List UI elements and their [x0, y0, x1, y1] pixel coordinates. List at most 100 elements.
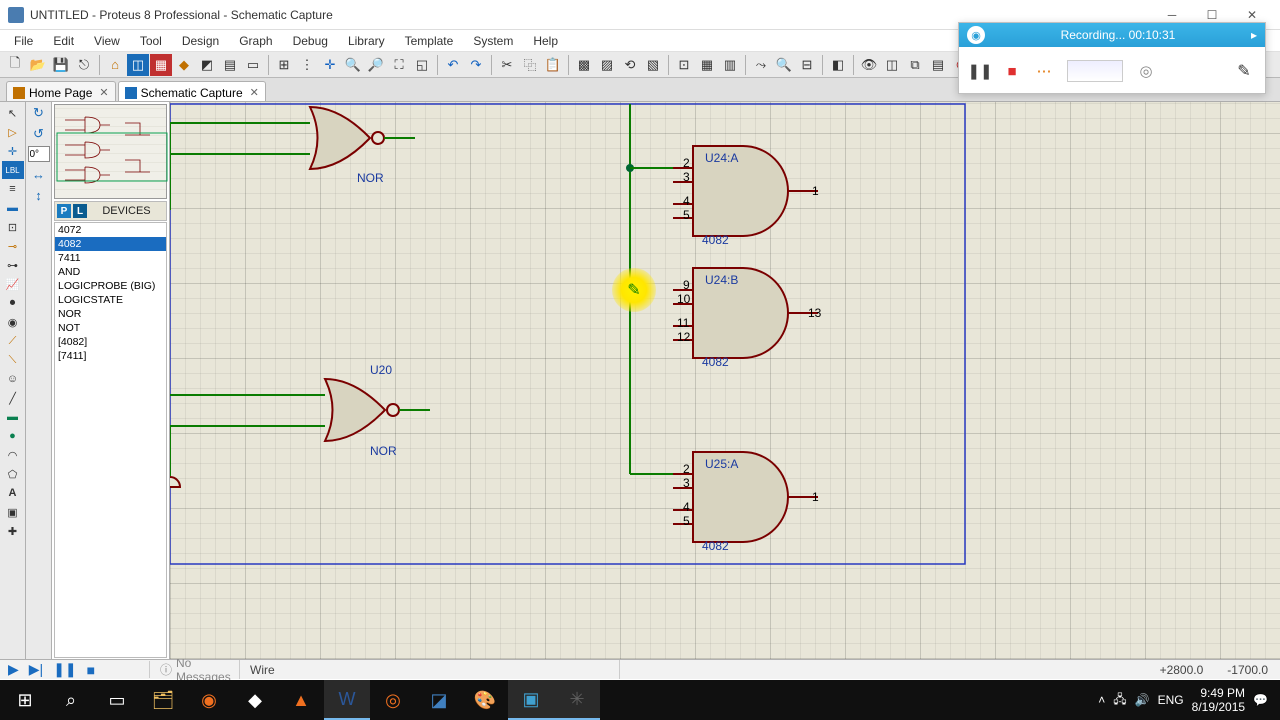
tray-network-icon[interactable]: 🖧 — [1113, 690, 1126, 711]
flip-v-icon[interactable]: ↕ — [29, 186, 49, 204]
list-item[interactable]: 4072 — [55, 223, 166, 237]
component-icon[interactable]: ▷ — [2, 123, 24, 141]
rotation-input[interactable] — [28, 146, 50, 162]
save-icon[interactable]: 💾 — [50, 54, 72, 76]
tab-close-icon[interactable]: ✕ — [250, 86, 259, 99]
pick-icon[interactable]: ⊡ — [673, 54, 695, 76]
recorder-stop-icon[interactable]: ■ — [1003, 60, 1021, 82]
redo-icon[interactable]: ↷ — [465, 54, 487, 76]
list-item[interactable]: NOR — [55, 307, 166, 321]
menu-view[interactable]: View — [84, 32, 130, 50]
recorder-min-icon[interactable]: ▸ — [1251, 28, 1257, 42]
search-icon[interactable]: 🔍 — [773, 54, 795, 76]
copy-icon[interactable]: ⿻ — [519, 54, 541, 76]
gate-u24a[interactable]: U24:A 4082 2 3 4 5 1 — [673, 146, 819, 247]
recorder-delete-icon[interactable]: ⋯ — [1035, 60, 1053, 82]
bom-report-icon[interactable]: ▤ — [927, 54, 949, 76]
open-icon[interactable]: 📂 — [27, 54, 49, 76]
list-item[interactable]: [7411] — [55, 349, 166, 363]
browser-icon[interactable]: ◎ — [370, 680, 416, 720]
path-2d-icon[interactable]: ⬠ — [2, 465, 24, 483]
wire-label-icon[interactable]: LBL — [2, 161, 24, 179]
decompose-icon[interactable]: ▥ — [719, 54, 741, 76]
home-icon[interactable]: ⌂ — [104, 54, 126, 76]
menu-file[interactable]: File — [4, 32, 43, 50]
voltage-probe-icon[interactable]: ⟋ — [2, 332, 24, 350]
marker-icon[interactable]: ✚ — [2, 522, 24, 540]
code-icon[interactable]: ▭ — [242, 54, 264, 76]
list-item[interactable]: 7411 — [55, 251, 166, 265]
erc-icon[interactable]: ⧉ — [904, 54, 926, 76]
gerber-icon[interactable]: ◩ — [196, 54, 218, 76]
tray-notifications-icon[interactable]: 💬 — [1253, 693, 1268, 707]
design-explorer-icon[interactable]: ◧ — [827, 54, 849, 76]
recorder-pause-icon[interactable]: ❚❚ — [971, 60, 989, 82]
firefox-icon[interactable]: ◉ — [186, 680, 232, 720]
pcb-icon[interactable]: ▦ — [150, 54, 172, 76]
block-move-icon[interactable]: ▨ — [596, 54, 618, 76]
devices-list[interactable]: 4072 4082 7411 AND LOGICPROBE (BIG) LOGI… — [54, 222, 167, 658]
menu-debug[interactable]: Debug — [283, 32, 338, 50]
list-item[interactable]: LOGICSTATE — [55, 293, 166, 307]
zoom-in-icon[interactable]: 🔍 — [342, 54, 364, 76]
overview-viewport[interactable] — [54, 104, 167, 199]
l-button[interactable]: L — [73, 204, 87, 218]
selection-icon[interactable]: ↖ — [2, 104, 24, 122]
messages-segment[interactable]: ⓘ No Messages — [150, 660, 240, 679]
flip-h-icon[interactable]: ↔ — [29, 165, 49, 183]
package-icon[interactable]: ▦ — [696, 54, 718, 76]
list-item[interactable]: 4082 — [55, 237, 166, 251]
circle-2d-icon[interactable]: ● — [2, 427, 24, 445]
property-icon[interactable]: ⊟ — [796, 54, 818, 76]
grid-icon[interactable]: ⊞ — [273, 54, 295, 76]
current-probe-icon[interactable]: ⟍ — [2, 351, 24, 369]
graph-icon[interactable]: 📈 — [2, 275, 24, 293]
tab-close-icon[interactable]: ✕ — [99, 86, 108, 99]
app2-icon[interactable]: ✳ — [554, 680, 600, 720]
exit-icon[interactable]: ⎋ — [73, 54, 95, 76]
text-2d-icon[interactable]: A — [2, 484, 24, 502]
pause-icon[interactable]: ❚❚ — [53, 661, 76, 678]
bus-icon[interactable]: ▬ — [2, 199, 24, 217]
recorder-webcam-icon[interactable]: ◎ — [1137, 60, 1155, 82]
zoom-area-icon[interactable]: ◱ — [411, 54, 433, 76]
rotate-ccw-icon[interactable]: ↺ — [29, 125, 49, 143]
system-tray[interactable]: ˄ 🖧 🔊 ENG 9:49 PM 8/19/2015 💬 — [1088, 686, 1278, 715]
junction-icon[interactable]: ✛ — [2, 142, 24, 160]
app1-icon[interactable]: ◪ — [416, 680, 462, 720]
cut-icon[interactable]: ✂ — [496, 54, 518, 76]
gate-u24b[interactable]: U24:B 4082 9 10 11 12 13 — [673, 268, 822, 369]
center-icon[interactable]: ✛ — [319, 54, 341, 76]
subcircuit-icon[interactable]: ⊡ — [2, 218, 24, 236]
recorder-draw-icon[interactable]: ✎ — [1235, 60, 1253, 82]
terminal-icon[interactable]: ⊸ — [2, 237, 24, 255]
matlab-icon[interactable]: ▲ — [278, 680, 324, 720]
schematic-icon[interactable]: ◫ — [127, 54, 149, 76]
tray-volume-icon[interactable]: 🔊 — [1135, 693, 1150, 707]
three-d-icon[interactable]: ◆ — [173, 54, 195, 76]
recorder-taskbar-icon[interactable]: ▣ — [508, 680, 554, 720]
menu-tool[interactable]: Tool — [130, 32, 172, 50]
wire-autoroute-icon[interactable]: ⤳ — [750, 54, 772, 76]
new-icon[interactable]: 🗋 — [4, 54, 26, 76]
block-rotate-icon[interactable]: ⟲ — [619, 54, 641, 76]
binoculars-icon[interactable]: 👁 — [858, 54, 880, 76]
undo-icon[interactable]: ↶ — [442, 54, 464, 76]
grid-dots-icon[interactable]: ⋮ — [296, 54, 318, 76]
block-copy-icon[interactable]: ▩ — [573, 54, 595, 76]
zoom-out-icon[interactable]: 🔎 — [365, 54, 387, 76]
menu-graph[interactable]: Graph — [229, 32, 282, 50]
rotate-cw-icon[interactable]: ↻ — [29, 104, 49, 122]
device-pin-icon[interactable]: ⊶ — [2, 256, 24, 274]
generator-icon[interactable]: ◉ — [2, 313, 24, 331]
list-item[interactable]: [4082] — [55, 335, 166, 349]
tape-icon[interactable]: ⏺ — [2, 294, 24, 312]
bom-icon[interactable]: ▤ — [219, 54, 241, 76]
symbol-icon[interactable]: ▣ — [2, 503, 24, 521]
list-item[interactable]: NOT — [55, 321, 166, 335]
text-script-icon[interactable]: ≡ — [2, 180, 24, 198]
search-icon[interactable]: ⌕ — [48, 680, 94, 720]
list-item[interactable]: AND — [55, 265, 166, 279]
schematic-canvas[interactable]: NOR U20 NOR — [170, 102, 1280, 659]
tray-chevron-icon[interactable]: ˄ — [1098, 693, 1105, 707]
